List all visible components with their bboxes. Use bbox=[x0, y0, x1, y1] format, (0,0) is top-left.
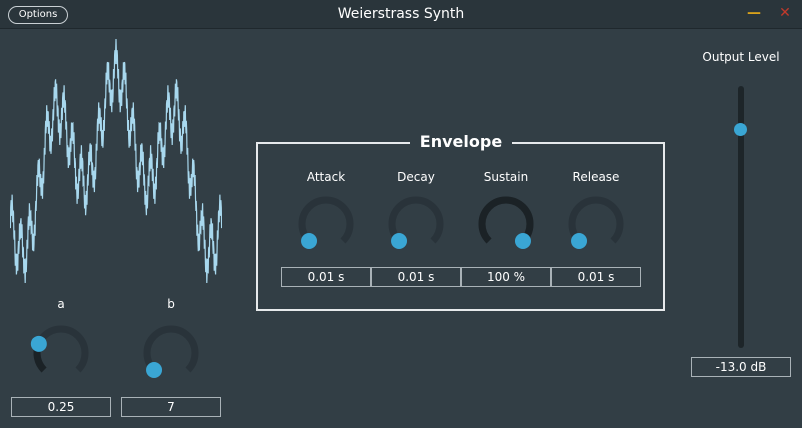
a-knob[interactable] bbox=[29, 323, 93, 387]
output-level-slider-thumb[interactable] bbox=[734, 123, 747, 136]
title-bar: Options Weierstrass Synth — ✕ bbox=[0, 0, 802, 29]
decay-label: Decay bbox=[397, 170, 435, 184]
release-value-field[interactable]: 0.01 s bbox=[551, 267, 641, 287]
envelope-title: Envelope bbox=[410, 131, 512, 153]
attack-value-field[interactable]: 0.01 s bbox=[281, 267, 371, 287]
attack-label: Attack bbox=[306, 170, 346, 184]
waveform-display bbox=[10, 38, 222, 284]
knob-handle bbox=[571, 232, 588, 249]
decay-value-field[interactable]: 0.01 s bbox=[371, 267, 461, 287]
sustain-label: Sustain bbox=[483, 170, 529, 184]
b-knob[interactable] bbox=[139, 323, 203, 387]
a-value-field[interactable]: 0.25 bbox=[11, 397, 111, 417]
b-label: b bbox=[167, 297, 175, 311]
output-level-label: Output Level bbox=[702, 50, 780, 64]
minimize-icon[interactable]: — bbox=[745, 4, 763, 22]
close-icon[interactable]: ✕ bbox=[776, 4, 794, 22]
knob-handle bbox=[514, 232, 531, 249]
knob-handle bbox=[391, 232, 408, 249]
release-label: Release bbox=[572, 170, 620, 184]
knob-handle bbox=[301, 232, 318, 249]
sustain-knob[interactable] bbox=[474, 194, 538, 258]
window-title: Weierstrass Synth bbox=[337, 6, 465, 22]
b-value-field[interactable]: 7 bbox=[121, 397, 221, 417]
knob-handle bbox=[30, 335, 47, 352]
output-level-value-field[interactable]: -13.0 dB bbox=[691, 357, 791, 377]
sustain-value-field[interactable]: 100 % bbox=[461, 267, 551, 287]
attack-knob[interactable] bbox=[294, 194, 358, 258]
knob-handle bbox=[146, 361, 163, 378]
release-knob[interactable] bbox=[564, 194, 628, 258]
a-label: a bbox=[57, 297, 65, 311]
options-button[interactable]: Options bbox=[8, 6, 68, 24]
decay-knob[interactable] bbox=[384, 194, 448, 258]
